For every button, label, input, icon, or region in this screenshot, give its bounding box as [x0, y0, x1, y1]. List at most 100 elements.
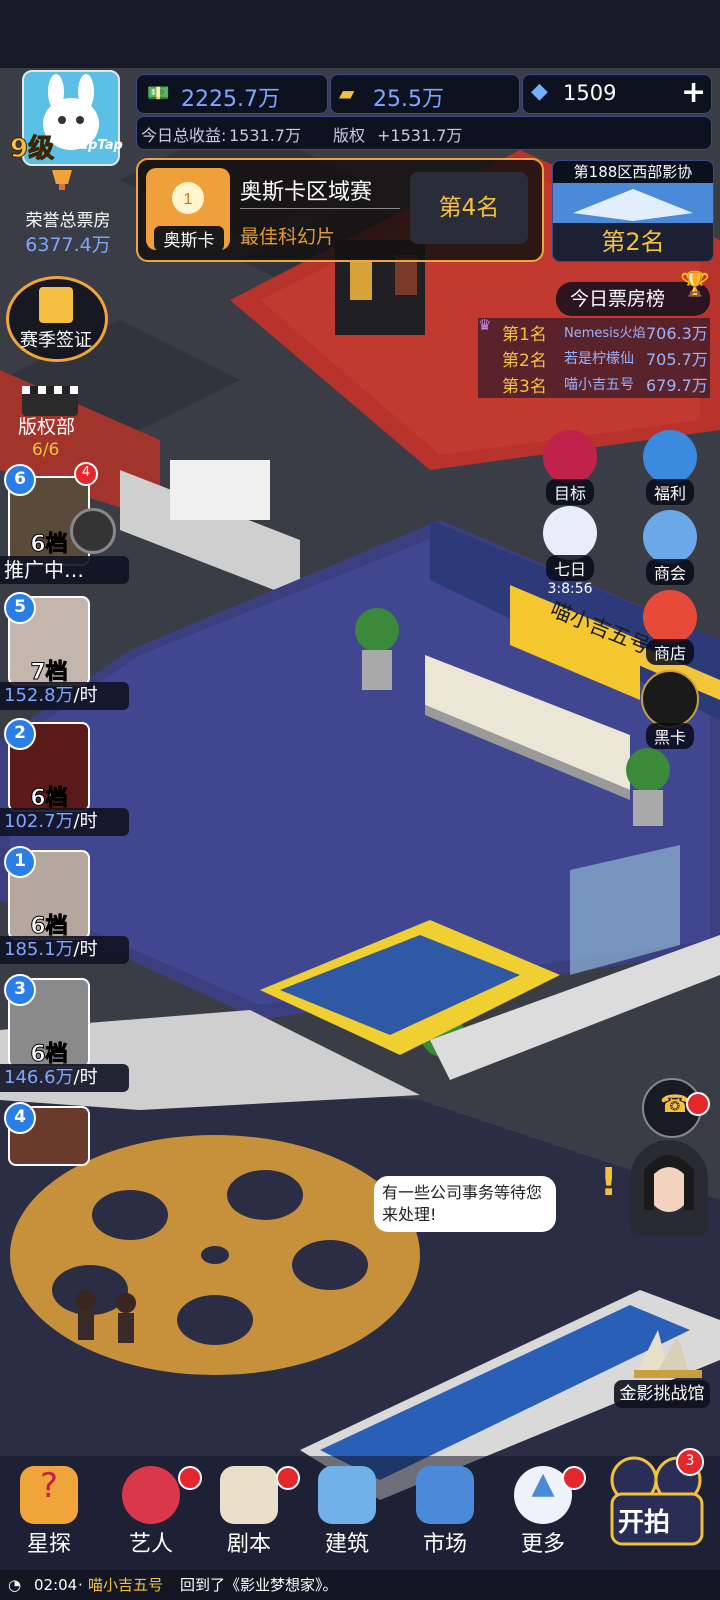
shoot-label: 开拍: [618, 1508, 671, 1538]
boxoffice-list: ♛ 第1名 Nemesis火焰 706.3万 第2名 若是柠檬仙 705.7万 …: [478, 316, 710, 398]
news-ticker: ◔ 02:04 · 喵小吉五号 回到了《影业梦想家》。: [0, 1570, 720, 1600]
oscar-panel[interactable]: 1 奥斯卡 奥斯卡区域赛 最佳科幻片 第4名: [136, 158, 544, 262]
seven-day-button[interactable]: 七日 3:8:56: [538, 506, 602, 597]
honor-trophy-icon: [48, 168, 76, 192]
player-level: 9级: [9, 134, 55, 165]
district-panel[interactable]: 第188区西部影协 第2名: [552, 160, 714, 262]
shop-button[interactable]: 商店: [638, 590, 702, 665]
film-rate: 146.6万/时: [0, 1064, 129, 1092]
trophy-icon: 🏆: [680, 270, 710, 298]
boxoffice-row: ♛ 第1名 Nemesis火焰 706.3万: [478, 316, 710, 345]
nav-market[interactable]: 市场: [400, 1466, 490, 1566]
boxoffice-row: 第3名 喵小吉五号 679.7万: [478, 370, 710, 397]
crown-icon: ♛: [478, 316, 492, 334]
nav-artist[interactable]: 艺人: [106, 1466, 202, 1566]
rights-dept-count: 6/6: [32, 440, 60, 460]
taptap-label: TapTap: [72, 138, 123, 153]
oscar-subtitle: 最佳科幻片: [240, 226, 336, 248]
film-number: 4: [4, 1102, 36, 1134]
status-bar: [0, 0, 720, 68]
honor-label: 荣誉总票房: [25, 211, 111, 231]
goal-label: 目标: [545, 479, 594, 505]
player-name: 喵小吉五号: [564, 377, 634, 393]
ticker-name: 喵小吉五号: [88, 1576, 164, 1594]
add-diamond-button[interactable]: +: [681, 75, 706, 110]
guild-label: 商会: [645, 559, 694, 585]
shop-label: 商店: [645, 639, 694, 665]
today-income-label: 今日总收益:: [141, 126, 227, 145]
diamond-pill[interactable]: ◆ 1509 +: [522, 74, 712, 114]
oscar-title: 奥斯卡区域赛: [240, 180, 373, 205]
rights-value: +1531.7万: [377, 126, 463, 145]
rank-label: 第3名: [502, 377, 547, 397]
film-grade: 7档: [30, 660, 68, 686]
oscar-divider: [240, 208, 400, 209]
film-grade: 6档: [30, 914, 68, 940]
black-card-label: 黑卡: [645, 723, 694, 749]
script-clipboard-icon: [220, 1466, 278, 1524]
film-grade: 6档: [30, 532, 68, 558]
boxoffice-row: 第2名 若是柠檬仙 705.7万: [478, 344, 710, 371]
opera-house-icon: [628, 1320, 708, 1380]
assistant-avatar[interactable]: [630, 1140, 708, 1236]
rights-label: 版权: [333, 126, 366, 145]
rate-value: 102.7万: [4, 811, 74, 832]
nav-more-label: 更多: [520, 1532, 565, 1557]
film-status: 推广中…: [0, 556, 129, 584]
nav-scout-label: 星探: [26, 1532, 71, 1557]
film-reel-icon: [70, 508, 116, 554]
gold-icon: ▰: [339, 81, 355, 105]
nav-script[interactable]: 剧本: [204, 1466, 300, 1566]
goal-button[interactable]: 目标: [538, 430, 602, 505]
income-bar: 今日总收益: 1531.7万 版权 +1531.7万: [136, 116, 712, 150]
notification-dot: [276, 1466, 300, 1490]
speaker-icon: ◔: [8, 1576, 22, 1594]
money-pill[interactable]: 💵 2225.7万: [136, 74, 328, 114]
rate-value: 146.6万: [4, 1067, 74, 1088]
boxoffice-value: 679.7万: [646, 376, 708, 395]
district-title: 第188区西部影协: [553, 161, 713, 183]
film-number: 5: [4, 592, 36, 624]
film-grade: 6档: [30, 1042, 68, 1068]
rate-unit: /时: [73, 939, 98, 960]
challenge-hall-button[interactable]: 金影挑战馆: [614, 1380, 710, 1408]
boxoffice-value: 706.3万: [646, 324, 708, 343]
district-map-icon: [553, 183, 713, 223]
black-card-button[interactable]: 黑卡: [638, 670, 702, 749]
player-name: Nemesis火焰: [564, 326, 646, 341]
money-value: 2225.7万: [181, 87, 280, 112]
film-grade: 6档: [30, 786, 68, 812]
seven-day-label: 七日: [545, 555, 594, 581]
shoot-badge: 3: [676, 1448, 704, 1476]
rate-value: 185.1万: [4, 939, 74, 960]
film-number: 1: [4, 846, 36, 878]
player-name: 若是柠檬仙: [564, 351, 634, 367]
film-rate: 152.8万/时: [0, 682, 129, 710]
speech-bubble[interactable]: 有一些公司事务等待您来处理!: [374, 1176, 556, 1232]
nav-more[interactable]: ▲ 更多: [498, 1466, 588, 1566]
nav-market-label: 市场: [422, 1532, 467, 1557]
artist-hat-icon: [122, 1466, 180, 1524]
rate-unit: /时: [73, 685, 98, 706]
notification-dot: [178, 1466, 202, 1490]
money-icon: 💵: [147, 83, 170, 104]
nav-scout[interactable]: ? 星探: [4, 1466, 94, 1566]
nav-script-label: 剧本: [226, 1532, 271, 1557]
nav-build[interactable]: 建筑: [302, 1466, 392, 1566]
shoot-button[interactable]: 开拍 3: [598, 1448, 712, 1554]
passport-icon: [39, 287, 73, 323]
nav-build-label: 建筑: [324, 1532, 369, 1557]
guild-button[interactable]: 商会: [638, 510, 702, 585]
rights-dept-label[interactable]: 版权部: [18, 412, 75, 439]
rank-label: 第2名: [502, 351, 547, 371]
ticker-separator: ·: [78, 1576, 83, 1594]
svg-text:1: 1: [184, 191, 193, 208]
diamond-value: 1509: [563, 81, 617, 105]
market-map-icon: [416, 1466, 474, 1524]
gold-pill[interactable]: ▰ 25.5万: [330, 74, 520, 114]
goal-icon: [543, 430, 597, 484]
film-number: 3: [4, 974, 36, 1006]
welfare-button[interactable]: 福利: [638, 430, 702, 505]
today-income-value: 1531.7万: [229, 126, 301, 145]
film-rate: 102.7万/时: [0, 808, 129, 836]
